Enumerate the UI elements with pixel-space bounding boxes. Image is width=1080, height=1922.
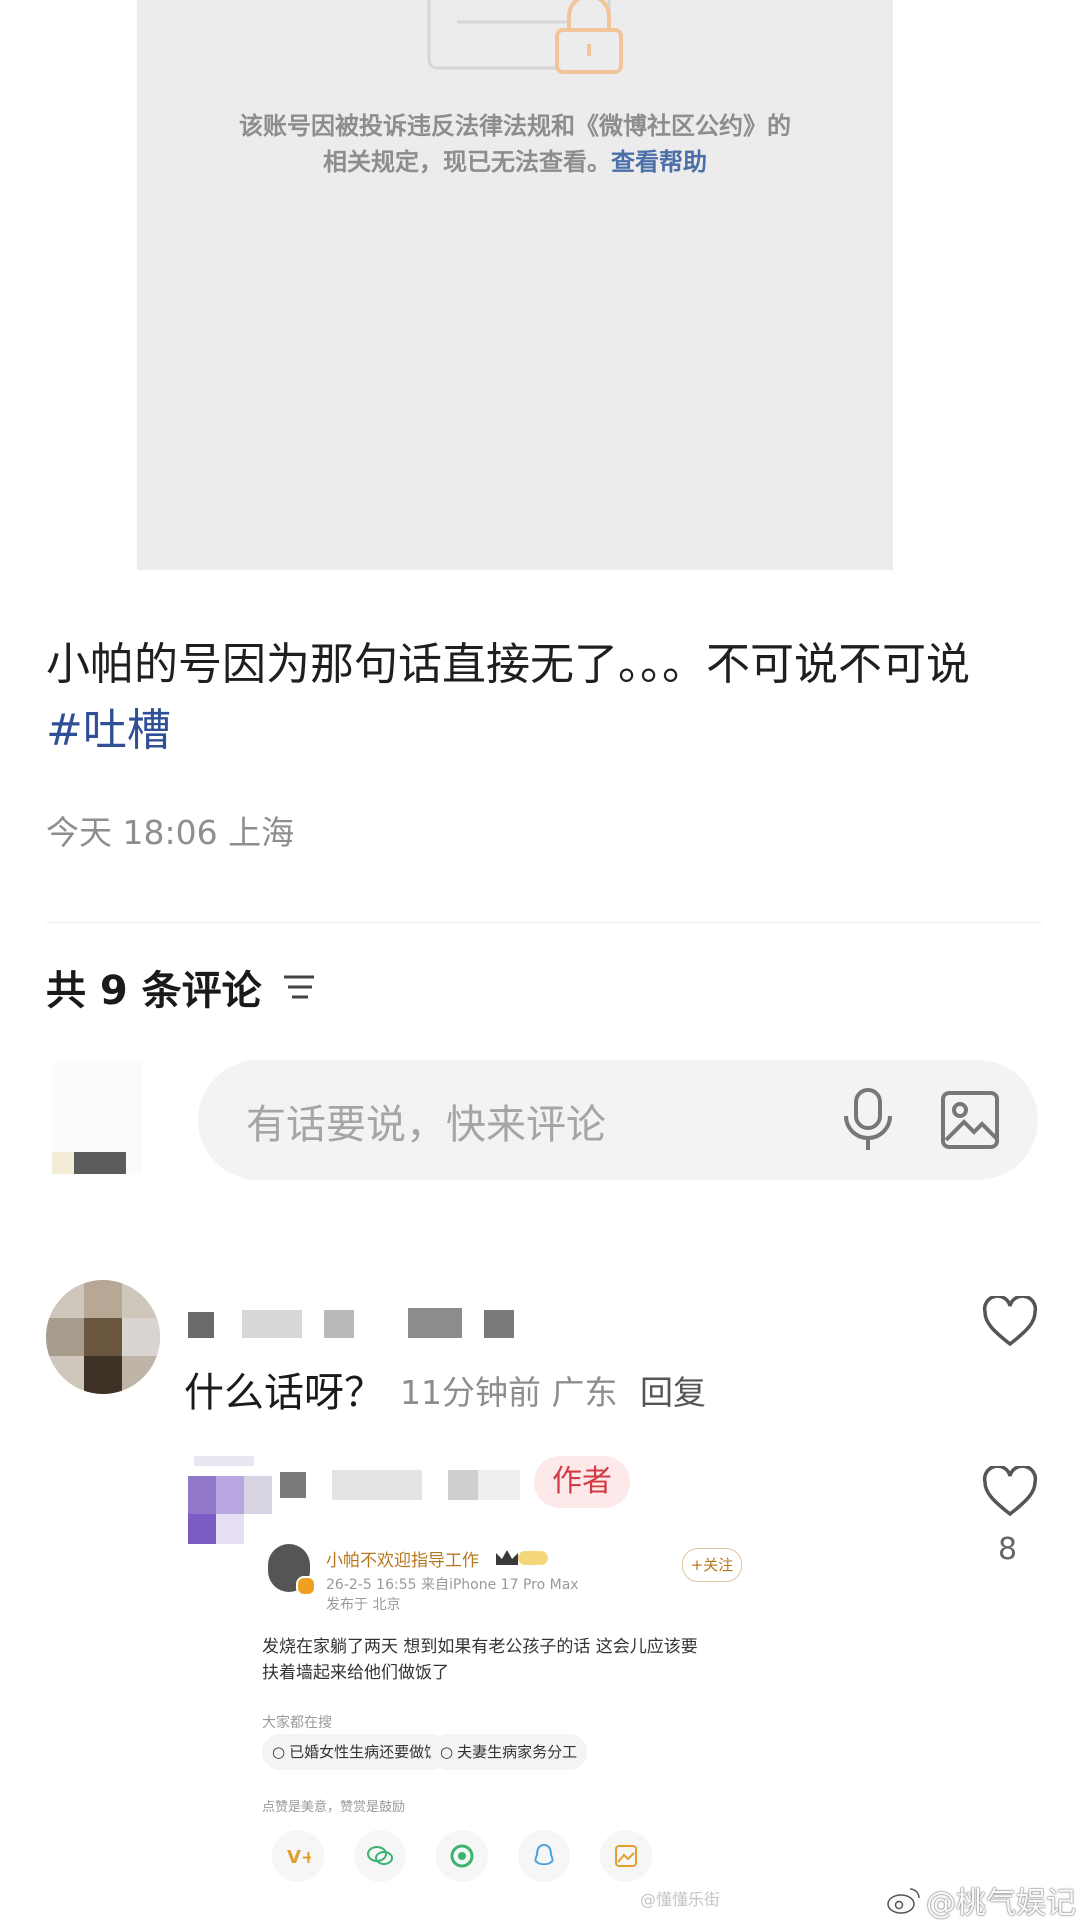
comments-header: 共 9 条评论 — [46, 958, 316, 1016]
user-avatar-blurred[interactable] — [52, 1062, 142, 1174]
like-count: 8 — [998, 1532, 1018, 1567]
post-meta: 今天 18:06 上海 — [46, 806, 294, 854]
author-avatar-blurred[interactable] — [188, 1456, 272, 1552]
search-icon: ○ — [272, 1743, 286, 1761]
post-content: 小帕的号因为那句话直接无了。。。不可说不可说 — [46, 639, 970, 690]
reply-button[interactable]: 回复 — [640, 1366, 706, 1414]
blocked-message: 该账号因被投诉违反法律法规和《微博社区公约》的 相关规定，现已无法查看。查看帮助 — [137, 108, 893, 180]
embed-username: 小帕不欢迎指导工作 — [326, 1551, 479, 1571]
comment-text: 什么话呀？ — [184, 1370, 384, 1416]
blocked-line-2: 相关规定，现已无法查看。查看帮助 — [137, 144, 893, 180]
crown-badge-icon — [496, 1550, 548, 1565]
search-chip-label: 夫妻生病家务分工 — [457, 1743, 578, 1761]
comment-count: 共 9 条评论 — [46, 968, 262, 1014]
divider — [46, 922, 1042, 923]
author-badge: 作者 — [534, 1456, 630, 1508]
embed-search-label: 大家都在搜 — [262, 1715, 332, 1731]
source-watermark: @懂懂乐街 — [640, 1890, 721, 1909]
embed-body: 发烧在家躺了两天 想到如果有老公孩子的话 这会儿应该要 扶着墙起来给他们做饭了 — [262, 1634, 752, 1686]
hashtag-link[interactable]: #吐槽 — [46, 698, 1046, 764]
search-chip: ○ 已婚女性生病还要做饭 — [262, 1734, 450, 1770]
weibo-watermark: @桃气娱记 — [886, 1878, 1076, 1922]
follow-button: +关注 — [682, 1548, 742, 1582]
blocked-line-1: 该账号因被投诉违反法律法规和《微博社区公约》的 — [239, 112, 791, 140]
image-icon[interactable] — [940, 1090, 1000, 1150]
blocked-line-2-text: 相关规定，现已无法查看。 — [323, 148, 611, 176]
embed-meta-1: 26-2-5 16:55 来自iPhone 17 Pro Max — [326, 1577, 579, 1593]
blocked-account-image: 该账号因被投诉违反法律法规和《微博社区公约》的 相关规定，现已无法查看。查看帮助 — [137, 0, 893, 570]
wechat-icon — [354, 1830, 406, 1882]
post-location: 上海 — [228, 813, 295, 852]
comment-input-placeholder: 有话要说，快来评论 — [246, 1102, 606, 1148]
author-name-blurred[interactable] — [280, 1470, 520, 1500]
commenter-avatar-blurred[interactable] — [46, 1280, 160, 1394]
embed-tip: 点赞是美意，赞赏是鼓励 — [262, 1800, 406, 1815]
comment-meta: 11分钟前 广东 — [400, 1366, 618, 1414]
search-chip: ○ 夫妻生病家务分工 — [430, 1734, 588, 1770]
search-chip-label: 已婚女性生病还要做饭 — [289, 1743, 440, 1761]
vplus-share-icon: V+ — [272, 1830, 324, 1882]
search-icon: ○ — [440, 1743, 454, 1761]
embed-body-line-2: 扶着墙起来给他们做饭了 — [262, 1663, 449, 1683]
reply-image[interactable]: 小帕不欢迎指导工作 +关注 26-2-5 16:55 来自iPhone 17 P… — [262, 1534, 752, 1908]
heart-icon[interactable] — [982, 1466, 1038, 1518]
help-link[interactable]: 查看帮助 — [611, 148, 707, 176]
verified-badge-icon — [296, 1576, 316, 1596]
qq-icon — [518, 1830, 570, 1882]
svg-text:V+: V+ — [287, 1847, 311, 1868]
post-time: 今天 18:06 — [46, 813, 218, 852]
sort-icon[interactable] — [282, 973, 316, 1001]
weibo-logo-icon — [887, 1888, 920, 1914]
moments-icon — [436, 1830, 488, 1882]
lock-icon — [427, 0, 623, 74]
commenter-name-blurred[interactable] — [188, 1306, 518, 1338]
heart-icon[interactable] — [982, 1296, 1038, 1348]
embed-body-line-1: 发烧在家躺了两天 想到如果有老公孩子的话 这会儿应该要 — [262, 1637, 698, 1657]
post-text: 小帕的号因为那句话直接无了。。。不可说不可说 #吐槽 — [46, 632, 1046, 764]
album-share-icon — [600, 1830, 652, 1882]
embed-meta-2: 发布于 北京 — [326, 1597, 401, 1613]
microphone-icon[interactable] — [840, 1088, 896, 1152]
comment-location: 广东 — [551, 1373, 618, 1412]
comment-time: 11分钟前 — [400, 1373, 541, 1412]
watermark-text: @桃气娱记 — [926, 1886, 1076, 1921]
